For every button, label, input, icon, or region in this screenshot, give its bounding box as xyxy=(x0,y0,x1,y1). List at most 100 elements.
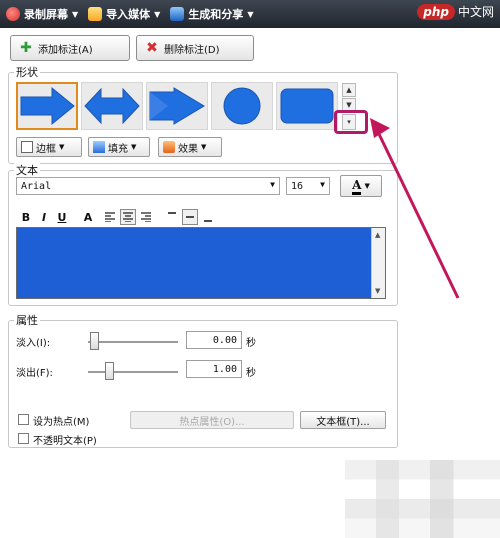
fade-out-input[interactable]: 1.00 xyxy=(186,360,242,378)
shape-chevron-arrow[interactable] xyxy=(146,82,208,130)
align-left-button[interactable] xyxy=(102,209,118,225)
shape-double-arrow[interactable] xyxy=(81,82,143,130)
font-family-select[interactable]: Arial ▼ xyxy=(16,177,280,195)
text-area-scrollbar[interactable]: ▲ ▼ xyxy=(371,228,385,298)
fade-in-input[interactable]: 0.00 xyxy=(186,331,242,349)
underline-button[interactable]: U xyxy=(54,209,70,225)
middle-align-icon xyxy=(186,216,194,218)
bold-button[interactable]: B xyxy=(18,209,34,225)
textbox-label: 文本框(T)... xyxy=(316,416,370,428)
font-color-dropdown[interactable]: A ▼ xyxy=(340,175,382,197)
fade-out-slider-track[interactable] xyxy=(88,371,178,373)
fade-in-unit: 秒 xyxy=(246,338,256,349)
watermark-cn: 中文网 xyxy=(457,5,494,19)
plus-icon: ✚ xyxy=(20,40,32,56)
right-align-icon xyxy=(141,212,151,222)
effects-dropdown[interactable]: 效果 ▼ xyxy=(158,137,222,157)
effects-icon xyxy=(163,141,175,153)
fade-in-value: 0.00 xyxy=(212,334,237,346)
bold-label: B xyxy=(21,210,31,224)
italic-label: I xyxy=(41,210,47,224)
fade-in-slider-track[interactable] xyxy=(88,341,178,343)
fade-out-label: 淡出(F): xyxy=(16,368,53,379)
left-align-icon xyxy=(105,212,115,222)
border-label: 边框 xyxy=(36,143,56,155)
shape-gallery xyxy=(16,82,342,132)
callout-text-area[interactable]: ▲ ▼ xyxy=(16,227,386,299)
top-align-icon xyxy=(168,212,176,214)
fade-out-value: 1.00 xyxy=(212,363,237,375)
valign-middle-button[interactable] xyxy=(182,209,198,225)
chevron-down-icon: ▼ xyxy=(270,180,275,189)
align-right-button[interactable] xyxy=(138,209,154,225)
underline-label: U xyxy=(57,210,67,224)
record-icon xyxy=(6,7,20,21)
font-color-button[interactable]: A xyxy=(80,209,96,225)
chevron-down-icon: ▼ xyxy=(201,143,207,151)
chevron-down-icon: ▼ xyxy=(247,9,254,19)
font-size-value: 16 xyxy=(291,180,304,192)
watermark: php 中文网 xyxy=(417,3,494,20)
opaque-text-label: 不透明文本(P) xyxy=(33,436,97,447)
share-label: 生成和分享 xyxy=(188,8,244,21)
record-label: 录制屏幕 xyxy=(24,8,68,21)
pencil-icon xyxy=(21,141,33,153)
properties-legend: 属性 xyxy=(14,312,40,328)
rounded-rectangle-icon xyxy=(280,88,334,124)
delete-x-icon: ✖ xyxy=(146,40,158,56)
watermark-php: php xyxy=(417,3,455,20)
folder-icon xyxy=(88,7,103,21)
fill-dropdown[interactable]: 填充 ▼ xyxy=(88,137,150,157)
circle-icon xyxy=(223,87,261,125)
hotspot-properties-button[interactable]: 热点属性(O)... xyxy=(130,411,294,429)
chevron-down-icon: ▼ xyxy=(131,143,137,151)
chevron-down-icon: ▼ xyxy=(320,180,325,189)
chevron-down-icon: ▼ xyxy=(154,9,161,19)
chevron-down-icon: ▼ xyxy=(72,9,79,19)
double-arrow-icon xyxy=(84,87,140,125)
produce-share-menu[interactable]: 生成和分享 ▼ xyxy=(170,6,253,22)
fade-out-slider-thumb[interactable] xyxy=(105,362,114,380)
paint-bucket-icon xyxy=(93,141,105,153)
shape-rounded-rectangle[interactable] xyxy=(276,82,338,130)
font-size-select[interactable]: 16 ▼ xyxy=(286,177,330,195)
border-dropdown[interactable]: 边框 ▼ xyxy=(16,137,82,157)
fade-in-slider-thumb[interactable] xyxy=(90,332,99,350)
text-legend: 文本 xyxy=(14,162,40,178)
annotation-highlight-box xyxy=(334,110,368,134)
hotspot-checkbox[interactable] xyxy=(18,414,29,425)
import-label: 导入媒体 xyxy=(106,8,151,21)
font-family-value: Arial xyxy=(21,180,52,192)
fade-out-unit: 秒 xyxy=(246,368,256,379)
scroll-down-icon: ▼ xyxy=(375,287,381,295)
right-arrow-icon xyxy=(20,86,75,126)
record-screen-menu[interactable]: 录制屏幕 ▼ xyxy=(6,6,78,22)
import-media-menu[interactable]: 导入媒体 ▼ xyxy=(88,6,160,22)
main-toolbar: 录制屏幕 ▼ 导入媒体 ▼ 生成和分享 ▼ php 中文网 xyxy=(0,0,500,28)
opaque-text-checkbox[interactable] xyxy=(18,433,29,444)
fill-label: 填充 xyxy=(108,143,128,155)
add-callout-label: 添加标注(A) xyxy=(38,44,93,56)
shape-scroll-up[interactable]: ▲ xyxy=(342,83,356,97)
shape-circle[interactable] xyxy=(211,82,273,130)
italic-button[interactable]: I xyxy=(36,209,52,225)
valign-top-button[interactable] xyxy=(164,209,180,225)
effects-label: 效果 xyxy=(178,143,198,155)
shape-legend: 形状 xyxy=(14,64,40,80)
valign-bottom-button[interactable] xyxy=(200,209,216,225)
chevron-down-icon: ▼ xyxy=(59,143,65,151)
scroll-up-icon: ▲ xyxy=(375,231,381,239)
hotspot-properties-label: 热点属性(O)... xyxy=(179,416,245,428)
shape-right-arrow[interactable] xyxy=(16,82,78,130)
bottom-align-icon xyxy=(204,220,212,222)
center-align-icon xyxy=(123,212,133,222)
hotspot-label: 设为热点(M) xyxy=(33,417,90,428)
add-callout-button[interactable]: ✚ 添加标注(A) xyxy=(10,35,130,61)
align-center-button[interactable] xyxy=(120,209,136,225)
font-color-letter: A xyxy=(83,210,93,224)
textbox-button[interactable]: 文本框(T)... xyxy=(300,411,386,429)
delete-callout-button[interactable]: ✖ 删除标注(D) xyxy=(136,35,254,61)
share-icon xyxy=(170,7,185,21)
chevron-arrow-icon xyxy=(149,87,205,125)
delete-callout-label: 删除标注(D) xyxy=(164,44,220,56)
